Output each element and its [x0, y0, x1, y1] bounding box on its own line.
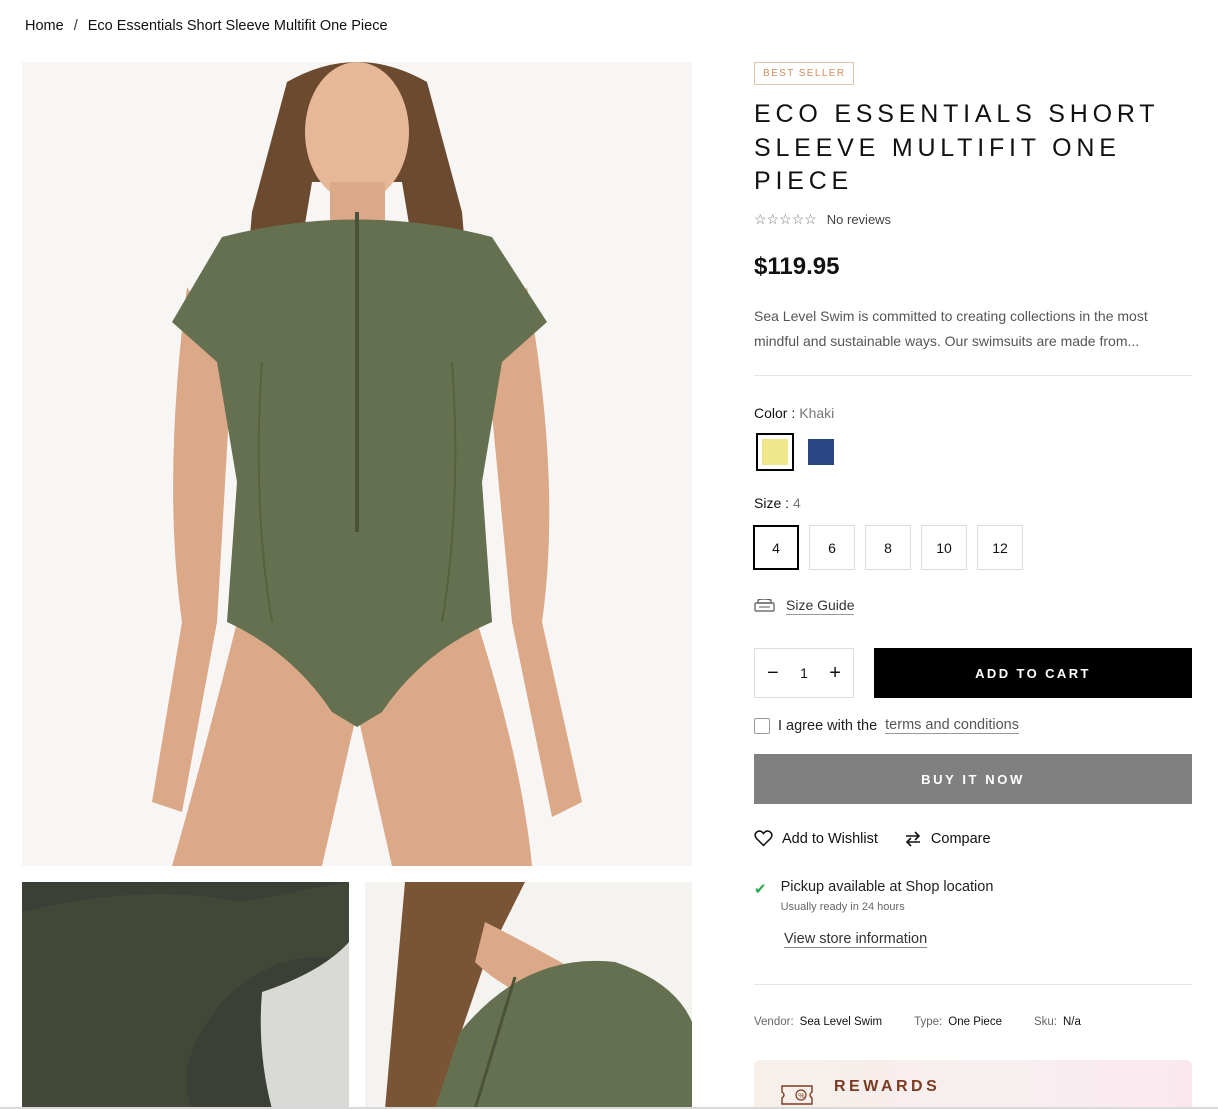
- rewards-title: REWARDS: [834, 1078, 941, 1095]
- product-description: Sea Level Swim is committed to creating …: [754, 308, 1148, 349]
- wishlist-label: Add to Wishlist: [782, 830, 878, 847]
- terms-checkbox[interactable]: [754, 717, 770, 734]
- product-price: $119.95: [754, 253, 840, 280]
- swatch-navy-fill: [808, 439, 834, 465]
- size-option-8[interactable]: 8: [865, 525, 911, 570]
- add-to-cart-button[interactable]: ADD TO CART: [874, 648, 1192, 698]
- view-store-information-link[interactable]: View store information: [784, 931, 928, 948]
- color-swatch-khaki[interactable]: [756, 433, 794, 471]
- size-label-text: Size :: [754, 495, 790, 511]
- sku-value: N/a: [1062, 1016, 1081, 1028]
- best-seller-badge: BEST SELLER: [754, 62, 855, 85]
- color-label-text: Color :: [754, 405, 796, 421]
- breadcrumb: Home / Eco Essentials Short Sleeve Multi…: [25, 18, 388, 34]
- terms-link[interactable]: terms and conditions: [885, 717, 1019, 734]
- product-actions: Add to Wishlist Compare: [754, 830, 991, 847]
- swatch-khaki-fill: [762, 439, 788, 465]
- divider: [754, 375, 1192, 376]
- size-label: Size :4: [754, 495, 801, 511]
- heart-icon: [754, 830, 773, 847]
- sku-label: Sku:: [1033, 1016, 1057, 1028]
- product-meta: Vendor: Sea Level Swim Type: One Piece Sku…: [754, 1016, 1081, 1028]
- type-value[interactable]: One Piece: [948, 1016, 1002, 1028]
- quantity-value[interactable]: 1: [800, 665, 808, 681]
- pickup-availability: ✔ Pickup available at Shop location Usua…: [754, 879, 994, 948]
- quantity-increase-button[interactable]: +: [829, 663, 841, 683]
- color-label: Color : Khaki: [754, 405, 834, 421]
- size-guide-label[interactable]: Size Guide: [786, 597, 855, 615]
- review-count: No reviews: [826, 212, 892, 227]
- star-rating-icon: ☆☆☆☆☆: [754, 211, 817, 227]
- model-closeup-illustration: [365, 882, 692, 1109]
- breadcrumb-separator: /: [73, 18, 78, 34]
- model-illustration: [22, 62, 692, 866]
- pickup-subtitle: Usually ready in 24 hours: [780, 901, 905, 913]
- product-title: ECO ESSENTIALS SHORT SLEEVE MULTIFIT ONE…: [754, 100, 1159, 195]
- thumbnail-image-1[interactable]: [22, 882, 349, 1109]
- size-option-4[interactable]: 4: [753, 525, 799, 570]
- breadcrumb-current: Eco Essentials Short Sleeve Multifit One…: [87, 18, 388, 34]
- breadcrumb-home[interactable]: Home: [25, 18, 64, 34]
- coupon-icon: %: [781, 1085, 813, 1105]
- size-option-6[interactable]: 6: [809, 525, 855, 570]
- checkmark-icon: ✔: [754, 881, 767, 898]
- size-guide-link[interactable]: Size Guide: [754, 597, 855, 615]
- buy-it-now-button[interactable]: BUY IT NOW: [754, 754, 1192, 804]
- meta-sku: Sku: N/a: [1034, 1016, 1081, 1028]
- divider: [754, 984, 1192, 985]
- pickup-title: Pickup available at Shop location: [780, 879, 994, 895]
- size-option-10[interactable]: 10: [921, 525, 967, 570]
- product-rating[interactable]: ☆☆☆☆☆ No reviews: [754, 211, 891, 228]
- terms-agreement: I agree with the terms and conditions: [754, 717, 1019, 734]
- size-option-12[interactable]: 12: [977, 525, 1023, 570]
- meta-type: Type: One Piece: [914, 1016, 1002, 1028]
- fabric-closeup-illustration: [22, 882, 349, 1109]
- quantity-decrease-button[interactable]: −: [767, 663, 779, 683]
- color-selected-value: Khaki: [799, 405, 835, 421]
- type-label: Type:: [914, 1016, 943, 1028]
- color-swatch-navy[interactable]: [802, 433, 840, 471]
- vendor-label: Vendor:: [754, 1016, 794, 1028]
- svg-text:%: %: [798, 1093, 804, 1100]
- size-selected-value: 4: [793, 495, 801, 511]
- main-product-image[interactable]: [22, 62, 692, 866]
- meta-vendor: Vendor: Sea Level Swim: [754, 1016, 882, 1028]
- quantity-stepper: − 1 +: [754, 648, 854, 698]
- terms-text: I agree with the: [778, 717, 878, 734]
- compare-label: Compare: [930, 830, 991, 847]
- rewards-banner[interactable]: % REWARDS: [754, 1060, 1192, 1109]
- vendor-value[interactable]: Sea Level Swim: [800, 1016, 882, 1028]
- compare-button[interactable]: Compare: [904, 831, 991, 847]
- ruler-icon: [754, 599, 775, 612]
- compare-arrows-icon: [905, 830, 921, 847]
- thumbnail-image-2[interactable]: [365, 882, 692, 1109]
- add-to-wishlist-button[interactable]: Add to Wishlist: [754, 830, 878, 847]
